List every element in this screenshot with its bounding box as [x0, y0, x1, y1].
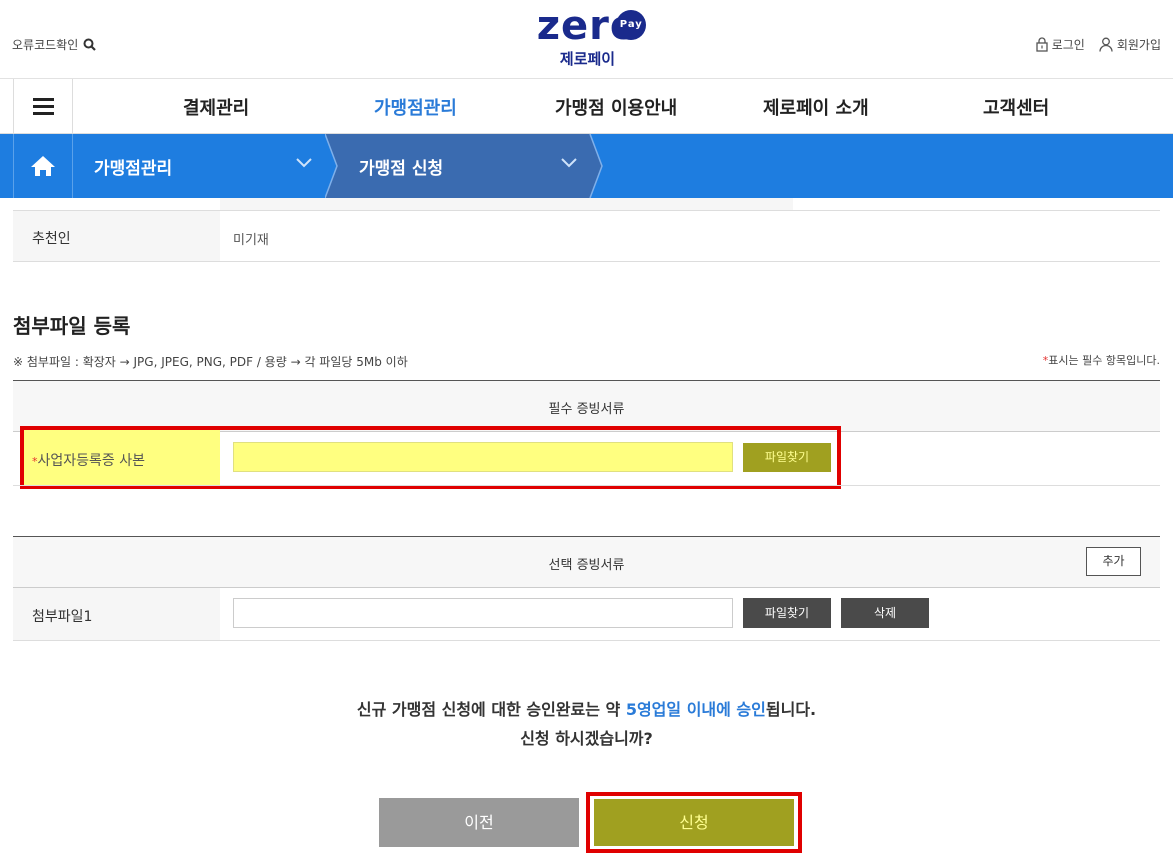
divider — [13, 485, 1160, 486]
top-header: 오류코드확인 zero Pay 제로페이 로그인 회원가입 — [0, 0, 1173, 79]
logo-pay-badge: Pay — [616, 10, 647, 40]
main-nav: 결제관리 가맹점관리 가맹점 이용안내 제로페이 소개 고객센터 — [0, 79, 1173, 134]
annotation-highlight-box — [20, 426, 841, 489]
divider — [13, 261, 1160, 262]
required-note-text: 표시는 필수 항목입니다. — [1048, 354, 1160, 367]
signup-link[interactable]: 회원가입 — [1099, 36, 1161, 53]
prev-button[interactable]: 이전 — [379, 798, 579, 847]
attachments-title: 첨부파일 등록 — [13, 314, 131, 338]
recommender-label: 추천인 — [32, 231, 71, 247]
nav-item-merchant[interactable]: 가맹점관리 — [374, 94, 457, 120]
breadcrumb-level1[interactable]: 가맹점관리 — [73, 134, 325, 198]
required-docs-header: 필수 증빙서류 — [13, 380, 1160, 432]
lock-icon — [1036, 37, 1048, 52]
attachment1-delete-button[interactable]: 삭제 — [841, 598, 929, 628]
error-code-link[interactable]: 오류코드확인 — [12, 36, 97, 53]
confirm-message-line2: 신청 하시겠습니까? — [520, 729, 653, 748]
previous-row-remnant — [220, 198, 793, 210]
nav-item-about[interactable]: 제로페이 소개 — [763, 94, 869, 120]
confirm-highlight: 5영업일 이내에 승인 — [625, 700, 766, 719]
breadcrumb-level2[interactable]: 가맹점 신청 — [325, 134, 603, 198]
submit-button[interactable]: 신청 — [594, 799, 794, 846]
chevron-down-icon — [296, 158, 312, 168]
login-link[interactable]: 로그인 — [1036, 36, 1085, 53]
menu-icon[interactable] — [13, 79, 73, 134]
signup-label: 회원가입 — [1116, 38, 1161, 52]
zeropay-logo[interactable]: zero Pay 제로페이 — [530, 6, 647, 68]
confirm-prefix: 신규 가맹점 신청에 대한 승인완료는 약 — [356, 700, 626, 719]
attachments-note: ※ 첨부파일 : 확장자 → JPG, JPEG, PNG, PDF / 용량 … — [13, 355, 408, 369]
optional-docs-header: 선택 증빙서류 — [13, 536, 1160, 588]
divider — [13, 640, 1160, 641]
nav-item-guide[interactable]: 가맹점 이용안내 — [555, 94, 677, 120]
breadcrumb-level2-label: 가맹점 신청 — [359, 159, 444, 179]
attachment1-label: 첨부파일1 — [32, 609, 93, 625]
breadcrumb-level1-label: 가맹점관리 — [94, 159, 173, 179]
required-note: *표시는 필수 항목입니다. — [1043, 352, 1160, 368]
recommender-value: 미기재 — [233, 233, 269, 248]
nav-item-support[interactable]: 고객센터 — [983, 94, 1049, 120]
user-links: 로그인 회원가입 — [1036, 36, 1161, 53]
chevron-down-icon — [561, 158, 577, 168]
home-button[interactable] — [13, 134, 73, 198]
error-code-label: 오류코드확인 — [12, 38, 79, 52]
user-icon — [1099, 37, 1113, 52]
add-attachment-button[interactable]: 추가 — [1086, 547, 1141, 576]
search-icon — [83, 38, 97, 51]
home-icon — [31, 156, 55, 176]
confirm-suffix: 됩니다. — [765, 700, 817, 719]
logo-subtitle: 제로페이 — [559, 50, 616, 68]
optional-docs-title: 선택 증빙서류 — [548, 558, 625, 573]
attachment1-file-input[interactable] — [233, 598, 733, 628]
required-docs-title: 필수 증빙서류 — [548, 402, 625, 417]
breadcrumb: 가맹점관리 가맹점 신청 — [0, 134, 1173, 198]
nav-item-payment[interactable]: 결제관리 — [183, 94, 249, 120]
attachment1-file-button[interactable]: 파일찾기 — [743, 598, 831, 628]
confirm-message-line1: 신규 가맹점 신청에 대한 승인완료는 약 5영업일 이내에 승인됩니다. — [0, 696, 1173, 720]
login-label: 로그인 — [1051, 38, 1085, 52]
